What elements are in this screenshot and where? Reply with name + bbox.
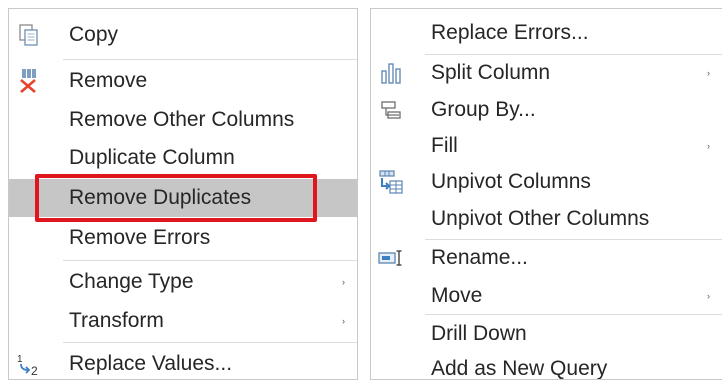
submenu-arrow-icon: ›: [707, 141, 710, 151]
menu-item-label: Group By...: [431, 98, 536, 121]
menu-separator: [63, 260, 357, 261]
menu-item-transform[interactable]: Transform ›: [9, 302, 357, 340]
menu-item-label: Add as New Query: [431, 357, 608, 380]
context-menu-left: Copy Remove Remove Other Columns Duplica…: [8, 8, 358, 380]
menu-item-split-column[interactable]: Split Column ›: [371, 54, 722, 92]
menu-item-add-as-new-query[interactable]: Add as New Query: [371, 351, 722, 380]
unpivot-icon: [377, 168, 405, 196]
menu-item-group-by[interactable]: Group By...: [371, 92, 722, 128]
menu-item-label: Split Column: [431, 61, 551, 84]
menu-item-label: Change Type: [69, 270, 194, 293]
menu-item-duplicate-column[interactable]: Duplicate Column: [9, 139, 357, 177]
menu-item-label: Fill: [431, 134, 458, 157]
menu-item-unpivot-other-columns[interactable]: Unpivot Other Columns: [371, 200, 722, 238]
menu-item-label: Copy: [69, 23, 119, 46]
menu-item-drill-down[interactable]: Drill Down: [371, 315, 722, 353]
menu-item-replace-errors[interactable]: Replace Errors...: [371, 13, 722, 53]
menu-item-move[interactable]: Move ›: [371, 277, 722, 315]
menu-item-copy[interactable]: Copy: [9, 13, 357, 57]
menu-item-remove[interactable]: Remove: [9, 61, 357, 101]
submenu-arrow-icon: ›: [707, 291, 710, 301]
menu-separator: [63, 59, 357, 60]
menu-item-label: Replace Values...: [69, 352, 233, 375]
svg-text:1: 1: [17, 354, 23, 365]
menu-item-label: Unpivot Columns: [431, 170, 591, 193]
menu-item-replace-values[interactable]: 1 2 Replace Values...: [9, 344, 357, 379]
menu-item-label: Remove: [69, 69, 148, 92]
remove-icon: [15, 67, 43, 95]
menu-item-label: Replace Errors...: [431, 21, 589, 44]
split-column-icon: [377, 59, 405, 87]
copy-icon: [15, 21, 43, 49]
menu-item-label: Remove Errors: [69, 226, 211, 249]
menu-item-unpivot-columns[interactable]: Unpivot Columns: [371, 164, 722, 200]
menu-item-rename[interactable]: Rename...: [371, 239, 722, 277]
menu-item-change-type[interactable]: Change Type ›: [9, 262, 357, 302]
submenu-arrow-icon: ›: [342, 316, 345, 326]
menu-item-label: Drill Down: [431, 322, 527, 345]
menu-item-label: Duplicate Column: [69, 146, 235, 169]
menu-item-label: Transform: [69, 309, 164, 332]
menu-item-fill[interactable]: Fill ›: [371, 128, 722, 164]
menu-item-remove-other-columns[interactable]: Remove Other Columns: [9, 101, 357, 139]
menu-item-label: Remove Other Columns: [69, 108, 295, 131]
submenu-arrow-icon: ›: [707, 68, 710, 78]
menu-item-label: Move: [431, 284, 483, 307]
menu-item-label: Rename...: [431, 246, 528, 269]
menu-item-remove-errors[interactable]: Remove Errors: [9, 219, 357, 257]
menu-separator: [63, 342, 357, 343]
menu-item-remove-duplicates[interactable]: Remove Duplicates: [9, 179, 357, 217]
svg-text:2: 2: [31, 364, 38, 377]
context-menu-right: Replace Errors... Split Column › Group B…: [370, 8, 722, 380]
submenu-arrow-icon: ›: [342, 277, 345, 287]
menu-item-label: Unpivot Other Columns: [431, 207, 650, 230]
group-by-icon: [377, 96, 405, 124]
menu-item-label: Remove Duplicates: [69, 186, 252, 209]
rename-icon: [377, 244, 405, 272]
